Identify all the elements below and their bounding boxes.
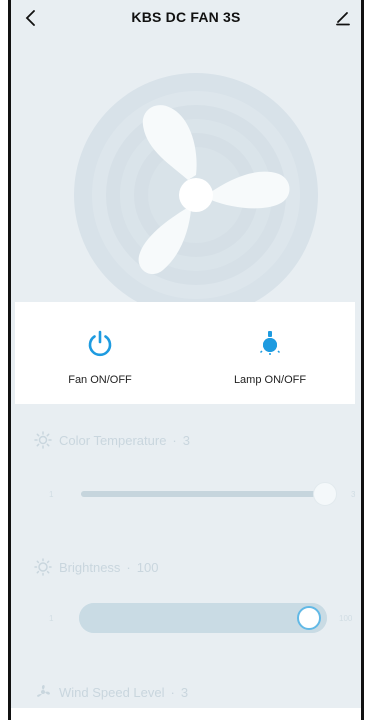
edit-button[interactable] (331, 8, 355, 32)
color-temperature-min: 1 (49, 490, 54, 499)
lamp-toggle-label: Lamp ON/OFF (233, 374, 307, 386)
brightness-min: 1 (49, 614, 54, 623)
color-temperature-label: Color Temperature (59, 432, 167, 448)
bulb-icon (257, 328, 283, 358)
brightness-value: 100 (136, 559, 159, 575)
wind-speed-label: Wind Speed Level (59, 684, 165, 700)
color-temperature-max: 3 (351, 490, 356, 499)
color-temperature-fill (81, 491, 331, 497)
color-temperature-value: 3 (182, 432, 190, 448)
brightness-thumb[interactable] (297, 606, 321, 630)
chevron-left-icon (25, 9, 37, 31)
color-temperature-thumb[interactable] (313, 482, 337, 506)
brightness-header: Brightness · 100 (33, 557, 158, 577)
bottom-bar (11, 708, 361, 720)
pencil-icon (335, 10, 351, 31)
sun-icon (33, 430, 53, 450)
fan-toggle-button[interactable]: Fan ON/OFF (30, 308, 170, 398)
fan-display[interactable] (11, 46, 361, 317)
separator: · (126, 559, 131, 575)
wind-speed-header: Wind Speed Level · 3 (33, 682, 188, 702)
app-screen: KBS DC FAN 3S Fan ON/OFF Lamp ON/OFF Col… (8, 0, 364, 720)
brightness-icon (33, 557, 53, 577)
back-button[interactable] (19, 8, 43, 32)
power-icon (86, 328, 114, 358)
header: KBS DC FAN 3S (11, 0, 361, 46)
color-temperature-header: Color Temperature · 3 (33, 430, 190, 450)
page-title: KBS DC FAN 3S (131, 9, 241, 25)
separator: · (170, 684, 175, 700)
fan-small-icon (33, 682, 53, 702)
wind-speed-value: 3 (180, 684, 189, 700)
fan-illustration (74, 73, 318, 317)
color-temperature-slider[interactable] (81, 491, 331, 497)
brightness-fill (79, 603, 327, 633)
brightness-max: 100 (339, 614, 353, 623)
controls-card: Fan ON/OFF Lamp ON/OFF (15, 302, 355, 404)
brightness-label: Brightness (59, 559, 121, 575)
lamp-toggle-button[interactable]: Lamp ON/OFF (200, 308, 340, 398)
fan-toggle-label: Fan ON/OFF (68, 374, 132, 386)
brightness-slider[interactable] (79, 603, 327, 633)
separator: · (172, 432, 177, 448)
